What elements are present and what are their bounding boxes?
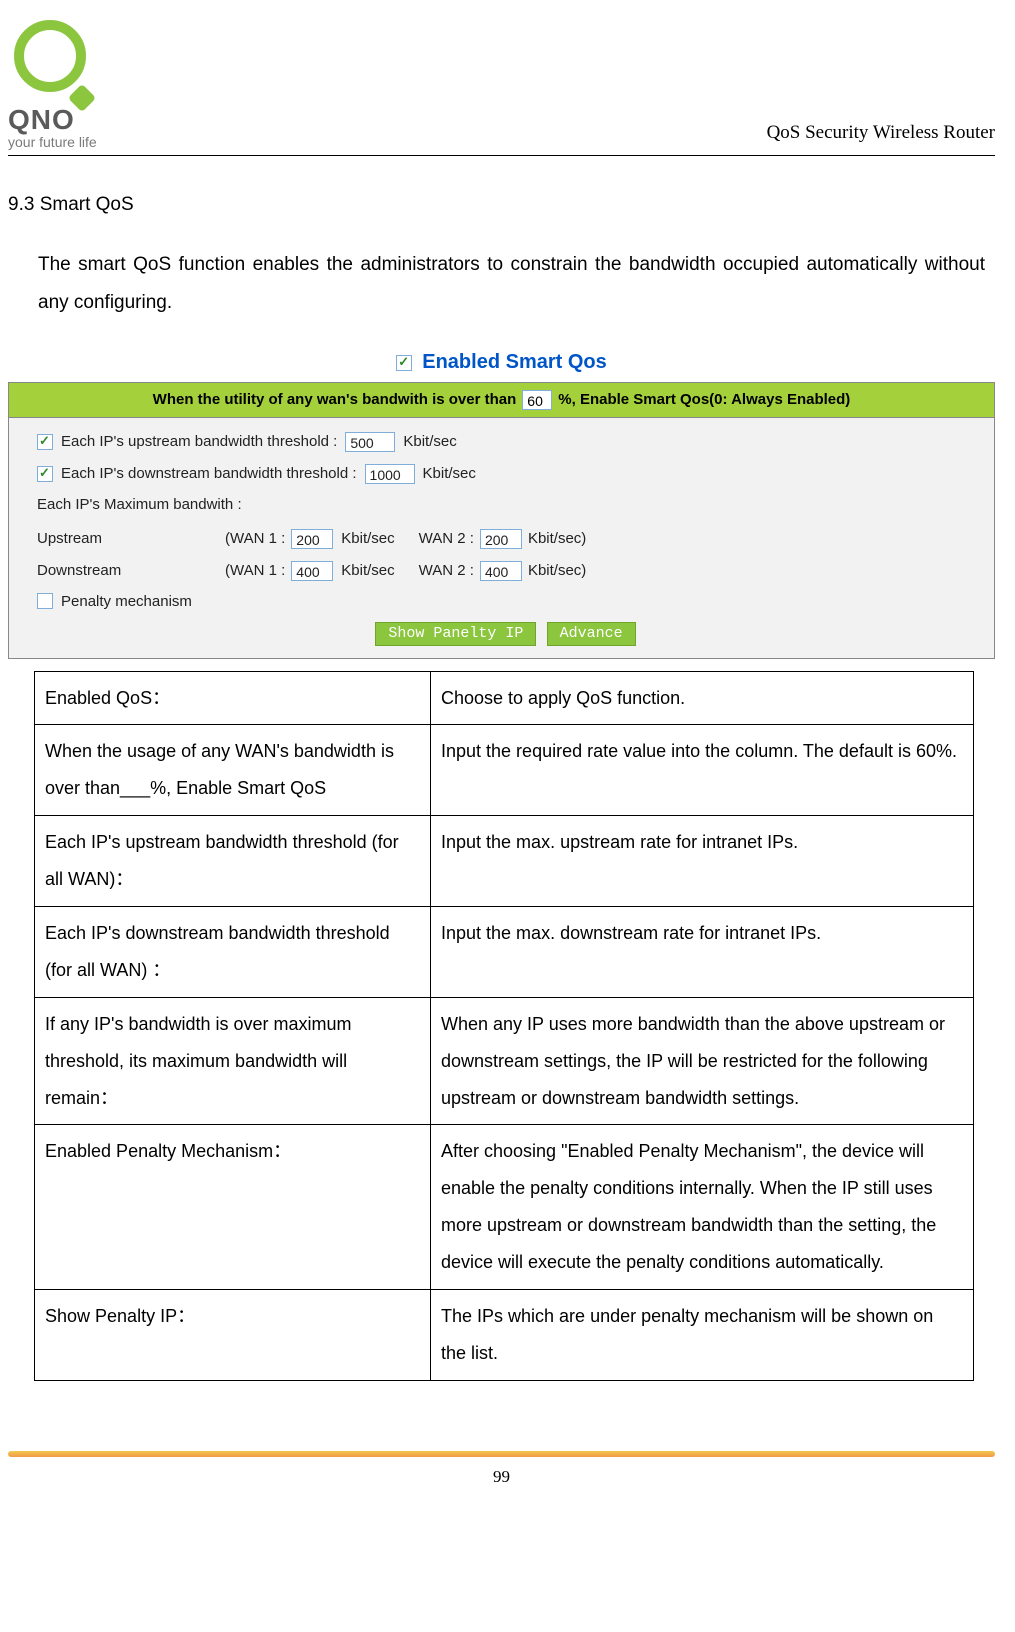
upstream-row-label: Upstream: [37, 530, 217, 547]
table-value: Input the max. upstream rate for intrane…: [431, 816, 974, 907]
table-row: Each IP's downstream bandwidth threshold…: [35, 906, 974, 997]
q-logo-icon: [8, 20, 98, 110]
table-row: Enabled Penalty Mechanism：After choosing…: [35, 1125, 974, 1290]
upstream-threshold-input[interactable]: 500: [345, 432, 395, 452]
document-title: QoS Security Wireless Router: [767, 122, 995, 144]
unit-label: Kbit/sec: [341, 562, 394, 579]
page-number: 99: [8, 1467, 995, 1487]
threshold-bar-suffix: %, Enable Smart Qos(0: Always Enabled): [558, 391, 850, 408]
table-key: Each IP's upstream bandwidth threshold (…: [35, 816, 431, 907]
downstream-row-label: Downstream: [37, 562, 217, 579]
enabled-smartqos-label: Enabled Smart Qos: [422, 351, 607, 374]
table-value: After choosing "Enabled Penalty Mechanis…: [431, 1125, 974, 1290]
table-value: Choose to apply QoS function.: [431, 671, 974, 725]
description-table: Enabled QoS：Choose to apply QoS function…: [34, 671, 974, 1381]
advance-button[interactable]: Advance: [547, 622, 636, 646]
table-row: When the usage of any WAN's bandwidth is…: [35, 725, 974, 816]
penalty-mechanism-label: Penalty mechanism: [61, 593, 192, 610]
table-key: Show Penalty IP：: [35, 1289, 431, 1380]
wan2-prefix: WAN 2 :: [419, 530, 474, 547]
unit-label: Kbit/sec: [341, 530, 394, 547]
upstream-threshold-label: Each IP's upstream bandwidth threshold :: [61, 433, 337, 450]
section-number: 9.3: [8, 194, 34, 215]
wan1-prefix: (WAN 1 :: [225, 562, 285, 579]
threshold-bar: When the utility of any wan's bandwith i…: [8, 382, 995, 418]
table-row: Each IP's upstream bandwidth threshold (…: [35, 816, 974, 907]
show-penalty-ip-button[interactable]: Show Panelty IP: [375, 622, 536, 646]
max-bandwidth-label: Each IP's Maximum bandwith :: [37, 496, 242, 513]
brand-tagline: your future life: [8, 134, 97, 150]
table-key: Enabled QoS：: [35, 671, 431, 725]
smart-qos-screenshot: Enabled Smart Qos When the utility of an…: [8, 344, 995, 659]
downstream-threshold-input[interactable]: 1000: [365, 464, 415, 484]
table-value: Input the max. downstream rate for intra…: [431, 906, 974, 997]
section-intro: The smart QoS function enables the admin…: [38, 246, 985, 322]
downstream-wan2-input[interactable]: 400: [480, 561, 522, 581]
table-key: Each IP's downstream bandwidth threshold…: [35, 906, 431, 997]
threshold-bar-prefix: When the utility of any wan's bandwith i…: [153, 391, 517, 408]
section-heading: 9.3 Smart QoS: [8, 194, 995, 216]
downstream-threshold-checkbox[interactable]: [37, 466, 53, 482]
unit-label: Kbit/sec: [423, 465, 476, 482]
table-key: When the usage of any WAN's bandwidth is…: [35, 725, 431, 816]
brand-logo-block: QNO your future life: [8, 20, 98, 150]
table-row: Enabled QoS：Choose to apply QoS function…: [35, 671, 974, 725]
upstream-wan1-input[interactable]: 200: [291, 529, 333, 549]
table-value: The IPs which are under penalty mechanis…: [431, 1289, 974, 1380]
table-row: If any IP's bandwidth is over maximum th…: [35, 997, 974, 1125]
downstream-threshold-label: Each IP's downstream bandwidth threshold…: [61, 465, 357, 482]
unit-close: Kbit/sec): [528, 562, 586, 579]
downstream-wan1-input[interactable]: 400: [291, 561, 333, 581]
upstream-wan2-input[interactable]: 200: [480, 529, 522, 549]
table-key: Enabled Penalty Mechanism：: [35, 1125, 431, 1290]
unit-label: Kbit/sec: [403, 433, 456, 450]
section-title: Smart QoS: [40, 194, 134, 215]
table-key: If any IP's bandwidth is over maximum th…: [35, 997, 431, 1125]
table-value: Input the required rate value into the c…: [431, 725, 974, 816]
table-value: When any IP uses more bandwidth than the…: [431, 997, 974, 1125]
table-row: Show Penalty IP：The IPs which are under …: [35, 1289, 974, 1380]
enabled-smartqos-checkbox[interactable]: [396, 355, 412, 371]
bandwidth-percent-input[interactable]: 60: [522, 390, 552, 410]
header-divider: [8, 155, 995, 156]
wan1-prefix: (WAN 1 :: [225, 530, 285, 547]
penalty-mechanism-checkbox[interactable]: [37, 593, 53, 609]
wan2-prefix: WAN 2 :: [419, 562, 474, 579]
unit-close: Kbit/sec): [528, 530, 586, 547]
upstream-threshold-checkbox[interactable]: [37, 434, 53, 450]
footer-gradient-bar: [8, 1451, 995, 1457]
